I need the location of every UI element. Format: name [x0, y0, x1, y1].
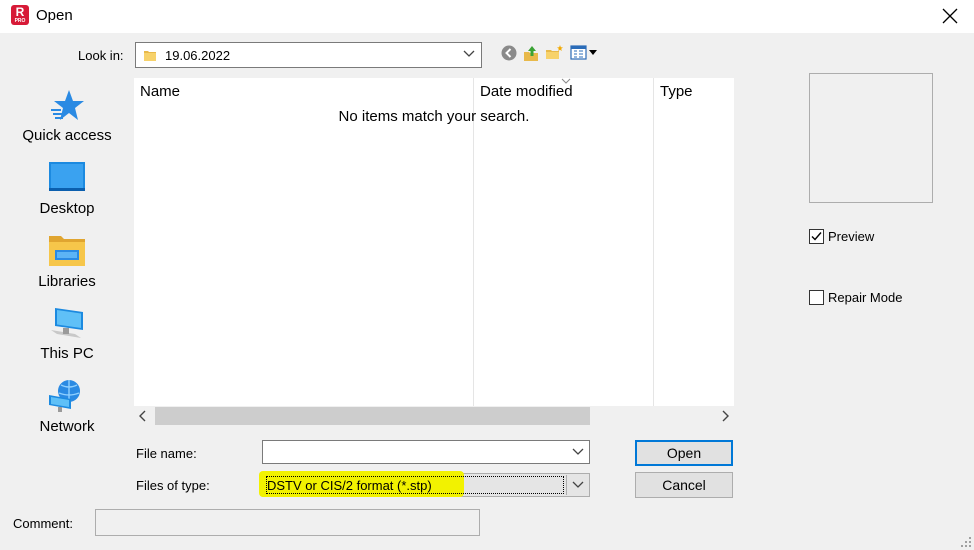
column-separator	[473, 78, 474, 406]
place-label: This PC	[40, 345, 94, 362]
checkmark-icon	[811, 232, 822, 241]
scroll-left-icon[interactable]	[139, 410, 147, 422]
comment-label: Comment:	[13, 516, 73, 531]
column-header-name[interactable]: Name	[140, 83, 180, 100]
column-header-date-modified[interactable]: Date modified	[480, 83, 573, 100]
cancel-button[interactable]: Cancel	[635, 472, 733, 498]
preview-label[interactable]: Preview	[828, 229, 874, 244]
app-icon: R PRO	[11, 5, 29, 25]
horizontal-scrollbar[interactable]	[134, 406, 734, 426]
back-icon	[501, 45, 517, 61]
place-label: Quick access	[22, 127, 112, 144]
file-type-label: Files of type:	[136, 478, 210, 493]
repair-mode-checkbox[interactable]	[809, 290, 824, 305]
star-icon	[51, 90, 84, 120]
libraries-icon	[49, 236, 85, 266]
view-menu-icon	[570, 45, 597, 60]
scrollbar-thumb[interactable]	[155, 407, 590, 425]
repair-mode-label[interactable]: Repair Mode	[828, 290, 902, 305]
back-button[interactable]	[500, 44, 520, 64]
preview-checkbox[interactable]	[809, 229, 824, 244]
place-desktop[interactable]: Desktop	[8, 162, 126, 232]
chevron-down-icon	[463, 50, 475, 57]
look-in-combo[interactable]: 19.06.2022	[135, 42, 482, 68]
look-in-value: 19.06.2022	[165, 48, 231, 63]
file-type-select[interactable]: DSTV or CIS/2 format (*.stp)	[259, 471, 590, 497]
close-button[interactable]	[928, 0, 974, 33]
new-folder-button[interactable]	[545, 44, 565, 64]
column-separator	[653, 78, 654, 406]
folder-icon	[144, 51, 156, 61]
close-icon	[942, 8, 958, 24]
place-network[interactable]: Network	[8, 379, 126, 449]
computer-icon	[51, 308, 83, 338]
place-libraries[interactable]: Libraries	[8, 234, 126, 304]
app-icon-letter: R	[15, 5, 25, 19]
new-folder-icon	[546, 45, 563, 59]
place-quick-access[interactable]: Quick access	[8, 88, 126, 158]
title-bar: R PRO Open	[0, 0, 974, 33]
places-bar: Quick access Desktop Libraries This PC N…	[8, 78, 126, 446]
empty-message: No items match your search.	[338, 108, 530, 125]
column-header-type[interactable]: Type	[660, 83, 693, 100]
combo-divider	[566, 475, 567, 495]
view-menu-button[interactable]	[570, 44, 600, 64]
place-this-pc[interactable]: This PC	[8, 306, 126, 376]
window-title: Open	[36, 7, 73, 24]
up-folder-button[interactable]	[522, 44, 542, 64]
chevron-down-icon[interactable]	[572, 448, 584, 456]
file-name-input[interactable]	[262, 440, 590, 464]
network-icon	[49, 380, 80, 412]
file-type-value: DSTV or CIS/2 format (*.stp)	[267, 478, 432, 493]
comment-field	[95, 509, 480, 536]
place-label: Desktop	[39, 200, 95, 217]
look-in-label: Look in:	[78, 48, 124, 63]
resize-grip-icon[interactable]	[960, 536, 972, 548]
file-list[interactable]: Name Date modified Type No items match y…	[134, 78, 734, 426]
open-button[interactable]: Open	[635, 440, 733, 466]
up-folder-icon	[524, 46, 538, 61]
app-icon-sub: PRO	[14, 18, 26, 24]
file-name-label: File name:	[136, 446, 197, 461]
scroll-right-icon[interactable]	[721, 410, 729, 422]
place-label: Libraries	[38, 273, 96, 290]
preview-pane	[809, 73, 933, 203]
place-label: Network	[39, 418, 95, 435]
desktop-icon	[49, 162, 85, 191]
chevron-down-icon[interactable]	[572, 481, 584, 489]
